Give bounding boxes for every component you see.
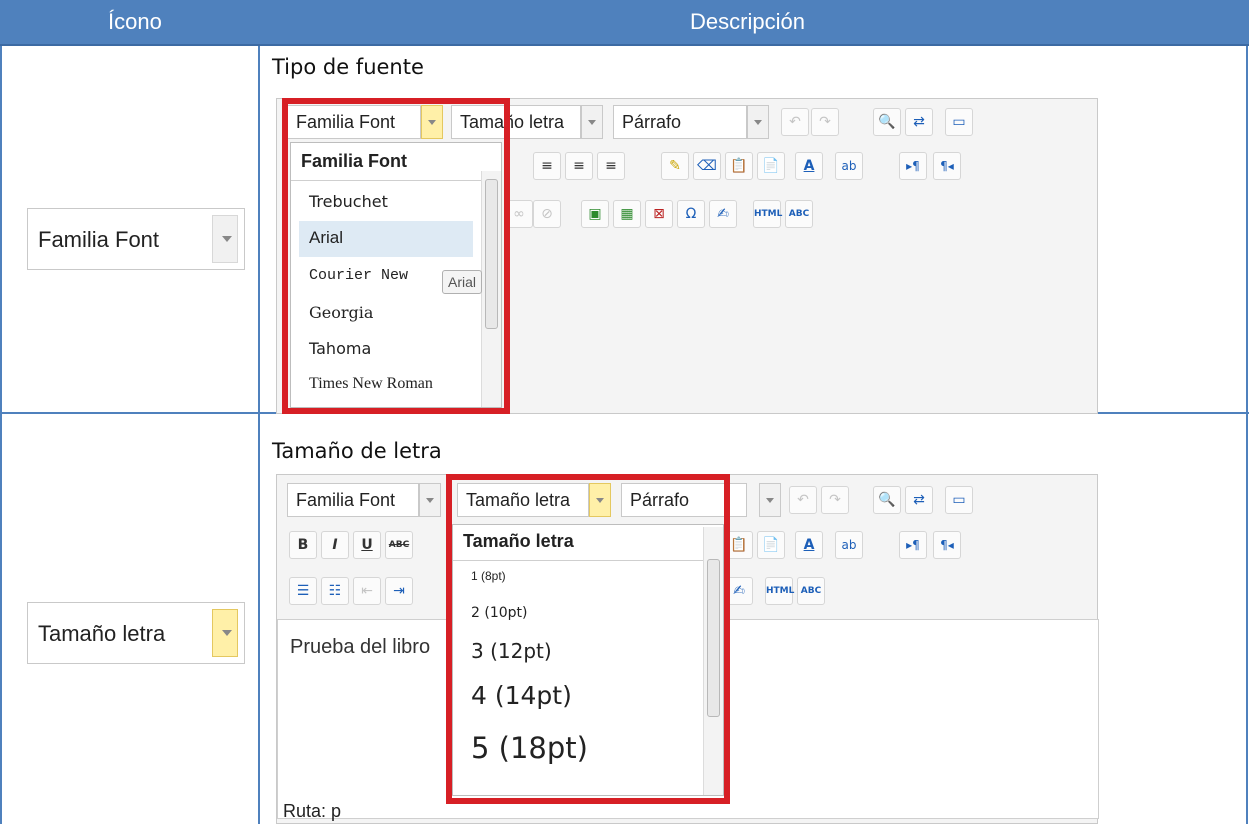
html-icon[interactable]: HTML — [765, 577, 794, 605]
table-header: Ícono Descripción — [0, 0, 1249, 46]
paste-text-icon[interactable]: 📋 — [725, 152, 753, 180]
spellcheck-icon[interactable]: ABC — [785, 200, 813, 228]
indent-icon[interactable]: ⇥ — [385, 577, 413, 605]
fullscreen-icon[interactable]: ▭ — [945, 486, 973, 514]
media-icon[interactable]: ▦ — [613, 200, 641, 228]
undo-icon[interactable]: ↶ — [781, 108, 809, 136]
italic-icon[interactable]: I — [321, 531, 349, 559]
highlight-box — [446, 474, 730, 804]
font-size-dropdown-button[interactable] — [581, 105, 603, 139]
underline-icon[interactable]: U — [353, 531, 381, 559]
format-dropdown-button[interactable] — [759, 483, 781, 517]
row1-font-family-icon: Familia Font — [27, 208, 245, 270]
strikethrough-icon[interactable]: ABC — [385, 531, 413, 559]
highlight-box — [282, 98, 510, 414]
help-table: Ícono Descripción Tipo de fuente Familia… — [0, 0, 1249, 824]
rtl-icon[interactable]: ¶◂ — [933, 531, 961, 559]
redo-icon[interactable]: ↷ — [811, 108, 839, 136]
rtl-icon[interactable]: ¶◂ — [933, 152, 961, 180]
align-left-icon[interactable]: ≡ — [533, 152, 561, 180]
align-right-icon[interactable]: ≡ — [597, 152, 625, 180]
highlight-icon[interactable]: ab — [835, 531, 863, 559]
header-description-column: Descripción — [690, 9, 805, 34]
ltr-icon[interactable]: ▸¶ — [899, 152, 927, 180]
undo-icon[interactable]: ↶ — [789, 486, 817, 514]
row2-title: Tamaño de letra — [272, 439, 442, 463]
editor-text: Prueba del libro — [290, 636, 431, 658]
image-icon[interactable]: ▣ — [581, 200, 609, 228]
font-color-icon[interactable]: A — [795, 152, 823, 180]
align-center-icon[interactable]: ≡ — [565, 152, 593, 180]
redo-icon[interactable]: ↷ — [821, 486, 849, 514]
unlink-icon[interactable]: ⊘ — [533, 200, 561, 228]
ltr-icon[interactable]: ▸¶ — [899, 531, 927, 559]
column-divider — [258, 46, 260, 824]
spellcheck-icon[interactable]: ABC — [797, 577, 825, 605]
outdent-icon[interactable]: ⇤ — [353, 577, 381, 605]
edit-icon[interactable]: ✍ — [709, 200, 737, 228]
row1-icon-label: Familia Font — [38, 227, 160, 252]
dropdown-arrow — [212, 609, 238, 657]
paint-format-icon[interactable]: ✎ — [661, 152, 689, 180]
bullet-list-icon[interactable]: ☰ — [289, 577, 317, 605]
html-icon[interactable]: HTML — [753, 200, 782, 228]
special-char-icon[interactable]: Ω — [677, 200, 705, 228]
find-icon[interactable]: 🔍 — [873, 486, 901, 514]
row1-title: Tipo de fuente — [272, 55, 424, 79]
format-select[interactable]: Párrafo — [613, 105, 747, 139]
status-path: Ruta: p — [283, 801, 342, 821]
nonbreaking-icon[interactable]: ⊠ — [645, 200, 673, 228]
paste-word-icon[interactable]: 📄 — [757, 152, 785, 180]
row2-font-size-icon: Tamaño letra — [27, 602, 245, 664]
paste-word-icon[interactable]: 📄 — [757, 531, 785, 559]
row2-icon-label: Tamaño letra — [38, 621, 166, 646]
eraser-icon[interactable]: ⌫ — [693, 152, 721, 180]
bold-icon[interactable]: B — [289, 531, 317, 559]
format-dropdown-button[interactable] — [747, 105, 769, 139]
replace-icon[interactable]: ⇄ — [905, 486, 933, 514]
font-family-select[interactable]: Familia Font — [287, 483, 419, 517]
fullscreen-icon[interactable]: ▭ — [945, 108, 973, 136]
dropdown-arrow — [212, 215, 238, 263]
border-right — [1246, 46, 1248, 824]
replace-icon[interactable]: ⇄ — [905, 108, 933, 136]
border-left — [0, 46, 2, 824]
numbered-list-icon[interactable]: ☷ — [321, 577, 349, 605]
highlight-icon[interactable]: ab — [835, 152, 863, 180]
find-icon[interactable]: 🔍 — [873, 108, 901, 136]
font-family-dropdown-button[interactable] — [419, 483, 441, 517]
header-icon-column: Ícono — [108, 9, 162, 34]
font-color-icon[interactable]: A — [795, 531, 823, 559]
